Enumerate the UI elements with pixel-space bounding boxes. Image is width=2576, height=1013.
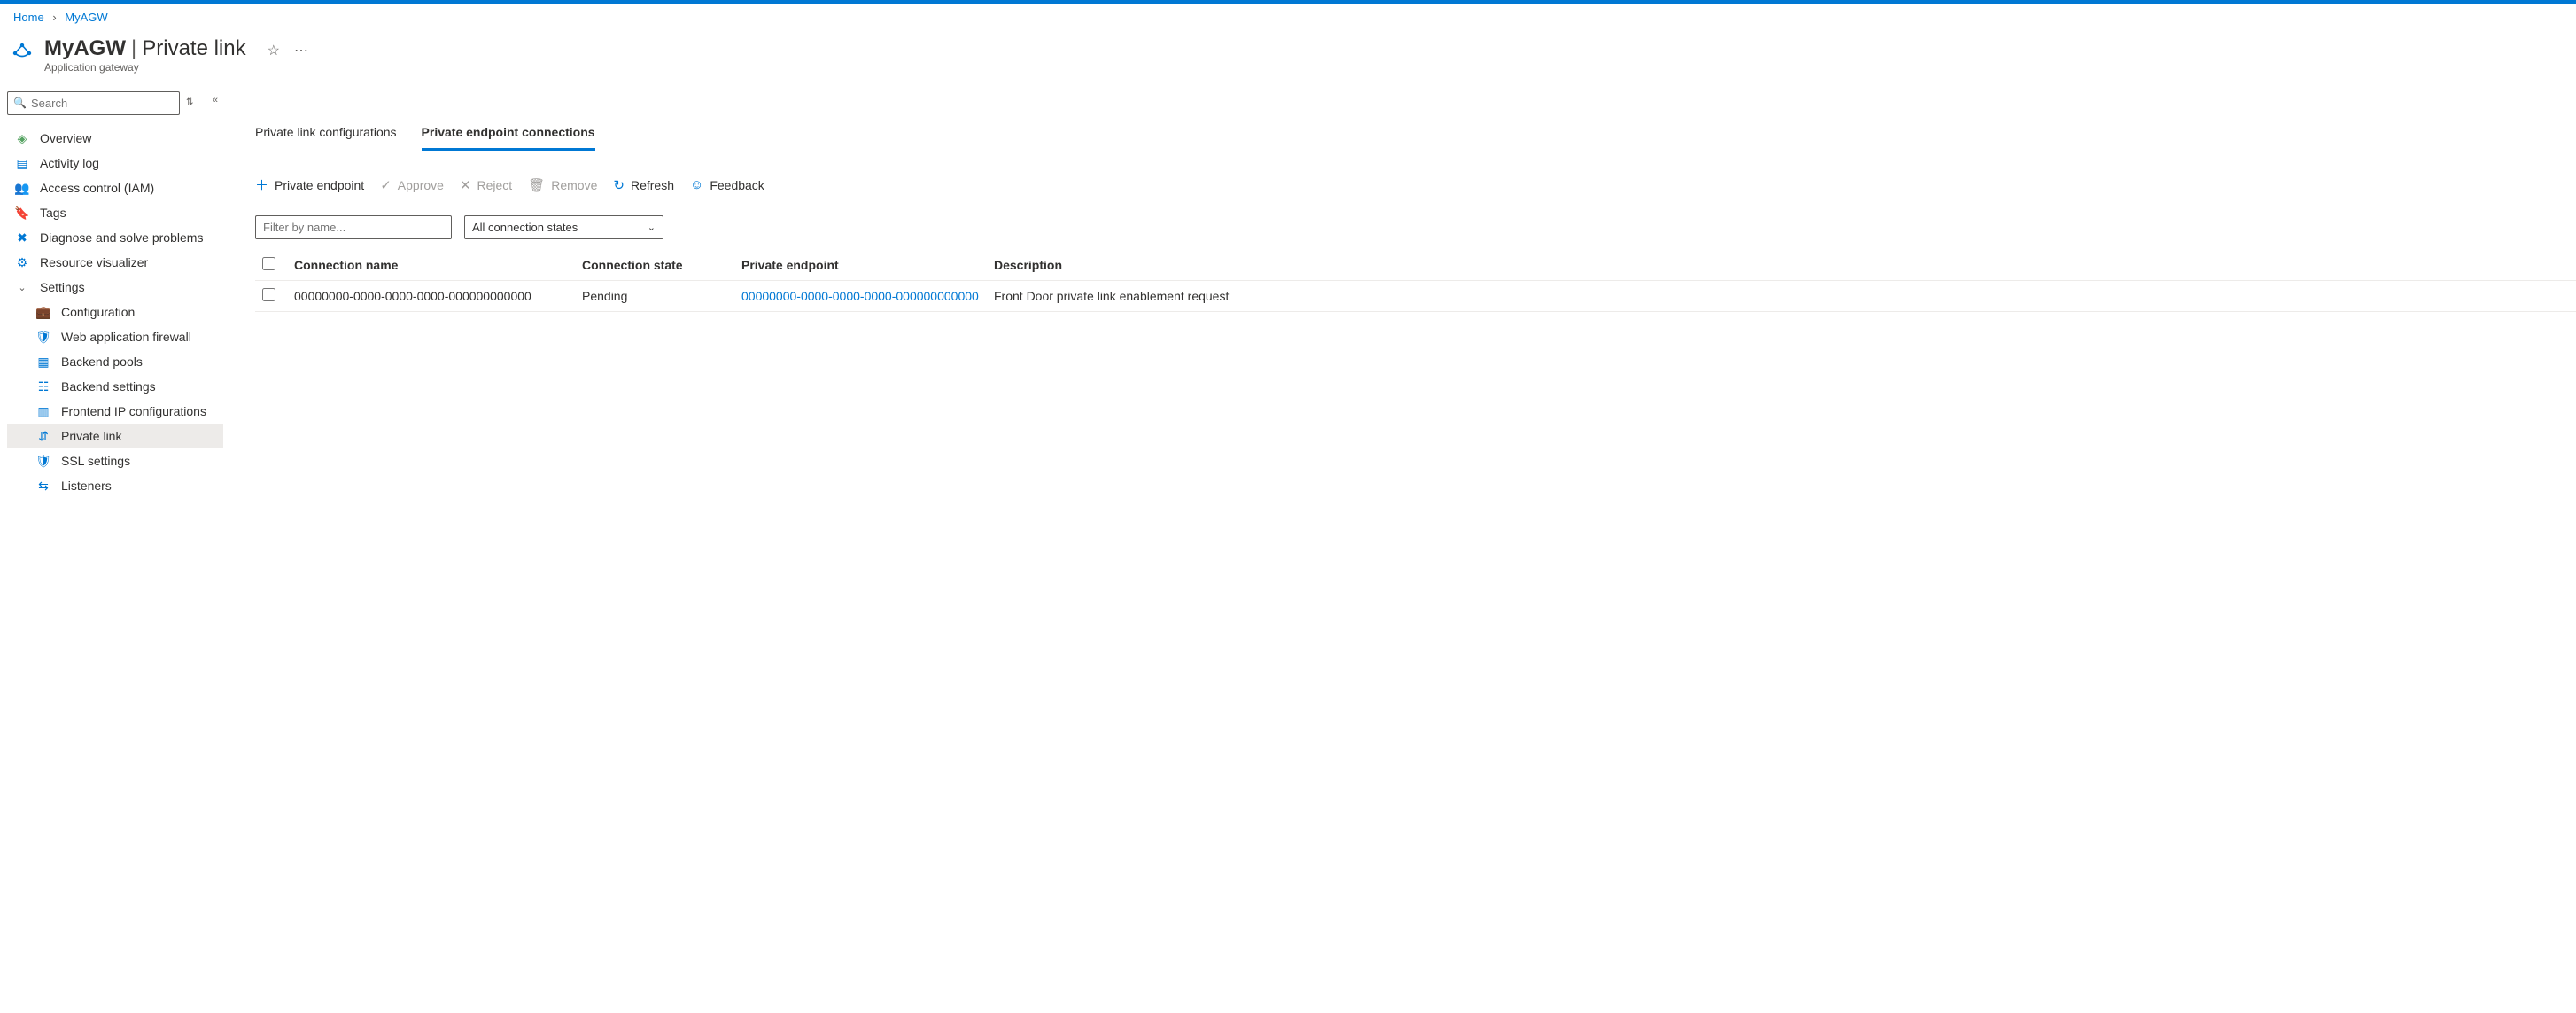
nav-configuration[interactable]: 💼 Configuration (7, 300, 223, 324)
nav-section-settings[interactable]: ⌄ Settings (7, 275, 223, 300)
privatelink-icon: ⇵ (36, 429, 50, 443)
resource-name: MyAGW (44, 36, 126, 61)
col-description: Description (994, 258, 2576, 272)
trash-icon: 🗑 (528, 177, 545, 193)
favorite-icon[interactable]: ☆ (268, 42, 280, 59)
nav-backend-pools[interactable]: ▦ Backend pools (7, 349, 223, 374)
cell-connection-name: 00000000-0000-0000-0000-000000000000 (294, 289, 582, 303)
chevron-down-icon: ⌄ (648, 222, 656, 233)
page-title: MyAGW | Private link (44, 36, 246, 61)
check-icon: ✓ (380, 177, 392, 193)
backendsettings-icon: ☷ (36, 379, 50, 394)
chevron-down-icon: ⌄ (15, 282, 29, 293)
activitylog-icon: ▤ (15, 156, 29, 170)
cell-connection-state: Pending (582, 289, 741, 303)
refresh-button[interactable]: ↻ Refresh (613, 177, 674, 193)
frontendip-icon: ▥ (36, 404, 50, 418)
iam-icon: 👥 (15, 181, 29, 195)
visualizer-icon: ⚙ (15, 255, 29, 269)
cell-private-endpoint-link[interactable]: 00000000-0000-0000-0000-000000000000 (741, 289, 979, 303)
nav-tags[interactable]: 🔖 Tags (7, 200, 223, 225)
nav-visualizer[interactable]: ⚙ Resource visualizer (7, 250, 223, 275)
table-row[interactable]: 00000000-0000-0000-0000-000000000000 Pen… (255, 281, 2576, 312)
nav-backend-settings[interactable]: ☷ Backend settings (7, 374, 223, 399)
refresh-icon: ↻ (613, 177, 625, 193)
listeners-icon: ⇆ (36, 479, 50, 493)
nav-ssl[interactable]: 🛡 SSL settings (7, 448, 223, 473)
reject-button: ✕ Reject (460, 177, 512, 193)
nav-iam[interactable]: 👥 Access control (IAM) (7, 175, 223, 200)
col-connection-name: Connection name (294, 258, 582, 272)
remove-button: 🗑 Remove (528, 177, 597, 193)
sidebar-search-input[interactable] (7, 91, 180, 115)
table-header-row: Connection name Connection state Private… (255, 250, 2576, 281)
nav-private-link[interactable]: ⇵ Private link (7, 424, 223, 448)
col-connection-state: Connection state (582, 258, 741, 272)
filter-state-dropdown[interactable]: All connection states ⌄ (464, 215, 663, 239)
appgateway-icon (9, 40, 35, 69)
backendpools-icon: ▦ (36, 355, 50, 369)
nav-diagnose[interactable]: ✖ Diagnose and solve problems (7, 225, 223, 250)
add-private-endpoint-button[interactable]: ＋ Private endpoint (255, 175, 364, 194)
feedback-icon: ☺ (690, 177, 703, 192)
updown-icon[interactable]: ⇅ (186, 97, 193, 107)
x-icon: ✕ (460, 177, 471, 193)
breadcrumb: Home › MyAGW (0, 4, 2576, 31)
row-checkbox[interactable] (262, 288, 275, 301)
cell-description: Front Door private link enablement reque… (994, 289, 2576, 303)
tab-privatelink-configs[interactable]: Private link configurations (255, 118, 397, 151)
nav-overview[interactable]: ◈ Overview (7, 126, 223, 151)
breadcrumb-home[interactable]: Home (13, 11, 44, 24)
nav-waf[interactable]: 🛡 Web application firewall (7, 324, 223, 349)
search-icon: 🔍 (13, 97, 27, 109)
approve-button: ✓ Approve (380, 177, 444, 193)
more-icon[interactable]: ⋯ (294, 42, 308, 59)
resource-type: Application gateway (44, 61, 246, 74)
plus-icon: ＋ (255, 175, 268, 194)
breadcrumb-separator: › (52, 11, 56, 24)
shield-icon: 🛡 (36, 330, 50, 344)
nav-activity-log[interactable]: ▤ Activity log (7, 151, 223, 175)
configuration-icon: 💼 (36, 305, 50, 319)
overview-icon: ◈ (15, 131, 29, 145)
diagnose-icon: ✖ (15, 230, 29, 245)
breadcrumb-resource[interactable]: MyAGW (65, 11, 107, 24)
feedback-button[interactable]: ☺ Feedback (690, 177, 764, 192)
col-private-endpoint: Private endpoint (741, 258, 994, 272)
filter-name-input[interactable] (255, 215, 452, 239)
ssl-icon: 🛡 (36, 454, 50, 468)
tag-icon: 🔖 (15, 206, 29, 220)
blade-name: Private link (142, 36, 245, 61)
nav-frontend-ip[interactable]: ▥ Frontend IP configurations (7, 399, 223, 424)
select-all-checkbox[interactable] (262, 257, 275, 270)
nav-listeners[interactable]: ⇆ Listeners (7, 473, 223, 498)
tab-pe-connections[interactable]: Private endpoint connections (422, 118, 595, 151)
